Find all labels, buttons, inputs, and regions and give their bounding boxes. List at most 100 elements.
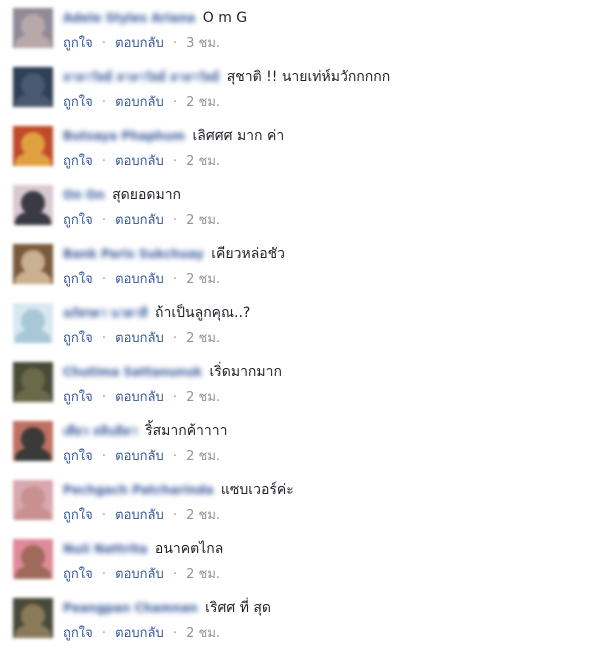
comment-author-link[interactable]: Chutima Sattanunuk <box>63 362 202 382</box>
comment-content: Butsaya Phaphum เลิศศศ มาก ค่า <box>63 126 284 146</box>
action-separator: · <box>172 626 178 641</box>
comment-text: ริ้สมากค้าาาา <box>145 423 228 439</box>
action-separator: · <box>172 95 178 110</box>
comment-timestamp[interactable]: 2 ชม. <box>186 390 220 405</box>
comment-actions: ถูกใจ · ตอบกลับ · 3 ชม. <box>63 35 220 53</box>
comment-timestamp[interactable]: 2 ชม. <box>186 331 220 346</box>
comment-item: Nuii Nattrita อนาคตไกล ถูกใจ · ตอบกลับ ·… <box>0 531 600 590</box>
comment-actions: ถูกใจ · ตอบกลับ · 2 ชม. <box>63 330 220 348</box>
reply-link[interactable]: ตอบกลับ <box>115 331 164 346</box>
comment-item: Butsaya Phaphum เลิศศศ มาก ค่า ถูกใจ · ต… <box>0 118 600 177</box>
avatar[interactable] <box>13 244 53 284</box>
avatar[interactable] <box>13 8 53 48</box>
reply-link[interactable]: ตอบกลับ <box>115 272 164 287</box>
comment-author-link[interactable]: Bank Paris Sukchuay <box>63 244 204 264</box>
comment-content: เดียว ลลินธิดา ริ้สมากค้าาาา <box>63 421 228 441</box>
avatar-body-shape <box>15 93 51 107</box>
comment-timestamp[interactable]: 2 ชม. <box>186 626 220 641</box>
comment-timestamp[interactable]: 2 ชม. <box>186 449 220 464</box>
comment-timestamp[interactable]: 3 ชม. <box>186 36 220 51</box>
comment-actions: ถูกใจ · ตอบกลับ · 2 ชม. <box>63 153 220 171</box>
comment-author-link[interactable]: Peangpan Chamnan <box>63 598 198 618</box>
like-link[interactable]: ถูกใจ <box>63 36 93 51</box>
comment-author-link[interactable]: Pechgach Patcharinda <box>63 480 213 500</box>
comment-content: On On สุดยอดมาก <box>63 185 181 205</box>
avatar[interactable] <box>13 480 53 520</box>
like-link[interactable]: ถูกใจ <box>63 272 93 287</box>
comment-author-link[interactable]: On On <box>63 185 105 205</box>
comment-text: เริศศ ที่ สุด <box>205 600 272 616</box>
reply-link[interactable]: ตอบกลับ <box>115 508 164 523</box>
comment-author-link[interactable]: ลภัสรดา นาตาลี <box>63 303 148 323</box>
like-link[interactable]: ถูกใจ <box>63 626 93 641</box>
avatar-body-shape <box>15 211 51 225</box>
like-link[interactable]: ถูกใจ <box>63 331 93 346</box>
avatar[interactable] <box>13 539 53 579</box>
comment-author-link[interactable]: Butsaya Phaphum <box>63 126 185 146</box>
like-link[interactable]: ถูกใจ <box>63 390 93 405</box>
reply-link[interactable]: ตอบกลับ <box>115 36 164 51</box>
avatar[interactable] <box>13 303 53 343</box>
reply-link[interactable]: ตอบกลับ <box>115 95 164 110</box>
comment-actions: ถูกใจ · ตอบกลับ · 2 ชม. <box>63 271 220 289</box>
avatar-body-shape <box>15 270 51 284</box>
action-separator: · <box>101 449 106 464</box>
comment-timestamp[interactable]: 2 ชม. <box>186 154 220 169</box>
comment-actions: ถูกใจ · ตอบกลับ · 2 ชม. <box>63 625 220 643</box>
comment-timestamp[interactable]: 2 ชม. <box>186 272 220 287</box>
comment-actions: ถูกใจ · ตอบกลับ · 2 ชม. <box>63 212 220 230</box>
reply-link[interactable]: ตอบกลับ <box>115 626 164 641</box>
like-link[interactable]: ถูกใจ <box>63 449 93 464</box>
like-link[interactable]: ถูกใจ <box>63 508 93 523</box>
avatar-body-shape <box>15 506 51 520</box>
avatar[interactable] <box>13 67 53 107</box>
comment-timestamp[interactable]: 2 ชม. <box>186 95 220 110</box>
action-separator: · <box>101 567 106 582</box>
like-link[interactable]: ถูกใจ <box>63 95 93 110</box>
action-separator: · <box>101 213 106 228</box>
avatar-body-shape <box>15 624 51 638</box>
avatar[interactable] <box>13 362 53 402</box>
avatar[interactable] <box>13 598 53 638</box>
like-link[interactable]: ถูกใจ <box>63 567 93 582</box>
comment-timestamp[interactable]: 2 ชม. <box>186 508 220 523</box>
comment-author-link[interactable]: เดียว ลลินธิดา <box>63 421 138 441</box>
avatar[interactable] <box>13 126 53 166</box>
comment-actions: ถูกใจ · ตอบกลับ · 2 ชม. <box>63 448 220 466</box>
comment-content: ลาลาวัลย์ ลาลาวัลย์ ลาลาวัลย์ สุชาติ !! … <box>63 67 390 87</box>
action-separator: · <box>172 508 178 523</box>
comment-content: Bank Paris Sukchuay เคียวหล่อชัว <box>63 244 285 264</box>
action-separator: · <box>172 331 178 346</box>
comment-text: อนาคตไกล <box>154 541 224 557</box>
action-separator: · <box>172 36 178 51</box>
reply-link[interactable]: ตอบกลับ <box>115 154 164 169</box>
comment-author-link[interactable]: ลาลาวัลย์ ลาลาวัลย์ ลาลาวัลย์ <box>63 67 219 87</box>
avatar-body-shape <box>15 565 51 579</box>
comment-item: Adele Styles Ariana O m G ถูกใจ · ตอบกลั… <box>0 0 600 59</box>
comment-actions: ถูกใจ · ตอบกลับ · 2 ชม. <box>63 566 220 584</box>
comment-timestamp[interactable]: 2 ชม. <box>186 213 220 228</box>
avatar[interactable] <box>13 185 53 225</box>
comment-author-link[interactable]: Nuii Nattrita <box>63 539 147 559</box>
comment-timestamp[interactable]: 2 ชม. <box>186 567 220 582</box>
comment-list: Adele Styles Ariana O m G ถูกใจ · ตอบกลั… <box>0 0 600 649</box>
reply-link[interactable]: ตอบกลับ <box>115 213 164 228</box>
reply-link[interactable]: ตอบกลับ <box>115 567 164 582</box>
action-separator: · <box>172 449 178 464</box>
action-separator: · <box>101 95 106 110</box>
avatar[interactable] <box>13 421 53 461</box>
avatar-body-shape <box>15 447 51 461</box>
comment-text: O m G <box>202 10 248 26</box>
action-separator: · <box>101 626 106 641</box>
comment-text: เริ่ดมากมาก <box>209 364 282 380</box>
comment-author-link[interactable]: Adele Styles Ariana <box>63 8 195 28</box>
comment-actions: ถูกใจ · ตอบกลับ · 2 ชม. <box>63 507 220 525</box>
action-separator: · <box>101 331 106 346</box>
like-link[interactable]: ถูกใจ <box>63 213 93 228</box>
comment-content: Chutima Sattanunuk เริ่ดมากมาก <box>63 362 282 382</box>
reply-link[interactable]: ตอบกลับ <box>115 390 164 405</box>
reply-link[interactable]: ตอบกลับ <box>115 449 164 464</box>
action-separator: · <box>101 272 106 287</box>
comment-text: เลิศศศ มาก ค่า <box>192 128 285 144</box>
like-link[interactable]: ถูกใจ <box>63 154 93 169</box>
